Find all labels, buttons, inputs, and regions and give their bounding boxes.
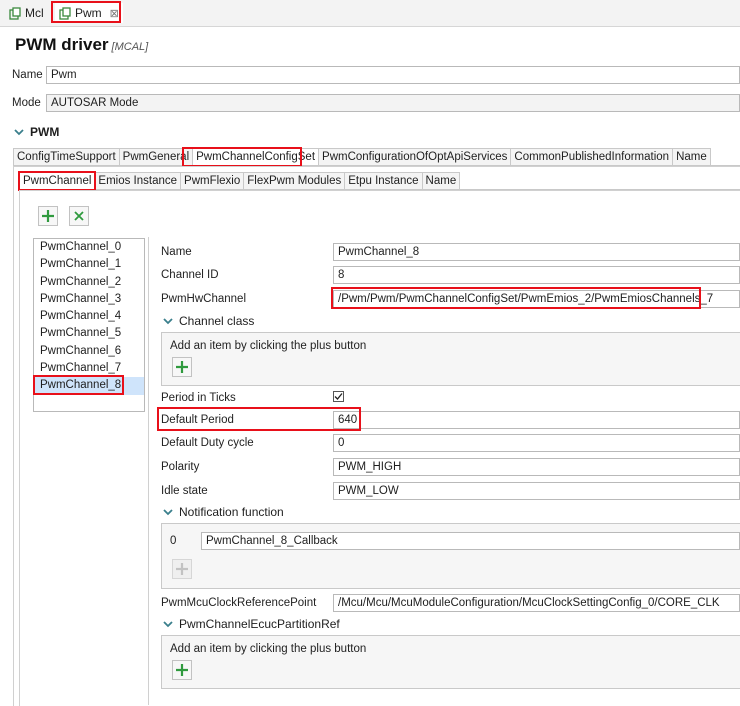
remove-channel-button[interactable] [69,206,89,226]
hw-channel-label: PwmHwChannel [161,293,247,305]
polarity-select[interactable]: PWM_HIGH [333,458,740,476]
module-icon [59,6,71,20]
list-item[interactable]: PwmChannel_1 [34,256,144,273]
list-item[interactable]: PwmChannel_6 [34,343,144,360]
chevron-down-icon [163,318,173,325]
tab-pwm-channel[interactable]: PwmChannel [19,172,96,189]
tab-sub-name[interactable]: Name [421,172,461,189]
idle-state-label: Idle state [161,485,208,497]
channel-id-label: Channel ID [161,269,219,281]
list-item[interactable]: PwmChannel_0 [34,239,144,256]
editor-tab-label: Mcl [25,6,44,20]
tab-pwm-channel-config-set[interactable]: PwmChannelConfigSet [192,148,320,165]
clock-ref-label: PwmMcuClockReferencePoint [161,597,317,609]
list-item-selected[interactable]: PwmChannel_8 [34,377,144,395]
tab-etpu-instance[interactable]: Etpu Instance [344,172,423,189]
channel-list: PwmChannel_0 PwmChannel_1 PwmChannel_2 P… [33,238,145,412]
channel-name-field[interactable]: PwmChannel_8 [333,243,740,261]
plus-icon [176,664,188,676]
mode-field[interactable]: AUTOSAR Mode [46,94,740,112]
page-title: PWM driver [MCAL] [15,35,149,54]
duty-cycle-label: Default Duty cycle [161,437,254,449]
editor-tab-bar: Mcl Pwm ⊠ [0,0,740,27]
main-tab-row: ConfigTimeSupport PwmGeneral PwmChannelC… [13,148,740,166]
section-title: PWM [30,125,60,139]
remove-icon [74,211,84,221]
notification-field[interactable]: PwmChannel_8_Callback [201,532,740,550]
list-item[interactable]: PwmChannel_7 [34,360,144,377]
plus-icon [176,563,188,575]
channel-class-label: Channel class [179,314,255,328]
editor-tab-label: Pwm [75,6,102,20]
tab-flexpwm-modules[interactable]: FlexPwm Modules [243,172,346,189]
tab-pwm-flexio[interactable]: PwmFlexio [180,172,245,189]
default-period-label: Default Period [161,414,234,426]
checkmark-icon [334,393,343,400]
idle-state-select[interactable]: PWM_LOW [333,482,740,500]
list-item[interactable]: PwmChannel_4 [34,308,144,325]
name-field[interactable]: Pwm [46,66,740,84]
notification-section[interactable]: Notification function [163,505,284,519]
tab-emios-instance[interactable]: Emios Instance [94,172,182,189]
tab-common-published-information[interactable]: CommonPublishedInformation [510,148,674,165]
plus-icon [176,361,188,373]
tab-name[interactable]: Name [672,148,711,165]
channel-id-field[interactable]: 8 [333,266,740,284]
add-partition-button[interactable] [172,660,192,680]
clock-ref-field[interactable]: /Mcu/Mcu/McuModuleConfiguration/McuClock… [333,594,740,612]
partition-label: PwmChannelEcucPartitionRef [179,617,340,631]
tab-pwm-general[interactable]: PwmGeneral [118,148,194,165]
notification-label: Notification function [179,505,284,519]
mode-label: Mode [12,97,41,109]
chevron-down-icon [163,621,173,628]
channel-name-label: Name [161,246,192,258]
period-ticks-checkbox[interactable] [333,391,344,402]
default-period-field[interactable]: 640 [333,411,740,429]
notification-index: 0 [170,535,177,547]
period-ticks-label: Period in Ticks [161,392,236,404]
list-item[interactable]: PwmChannel_5 [34,325,144,342]
add-channel-button[interactable] [38,206,58,226]
pwm-section-header[interactable]: PWM [14,125,59,139]
sub-tab-row: PwmChannel Emios Instance PwmFlexio Flex… [19,172,740,190]
duty-cycle-field[interactable]: 0 [333,434,740,452]
add-notification-button[interactable] [172,559,192,579]
editor-tab-mcl[interactable]: Mcl [9,3,44,23]
editor-tab-pwm[interactable]: Pwm ⊠ [55,3,123,23]
plus-icon [42,210,54,222]
tab-config-time-support[interactable]: ConfigTimeSupport [13,148,120,165]
hw-channel-field[interactable]: /Pwm/Pwm/PwmChannelConfigSet/PwmEmios_2/… [333,290,740,308]
chevron-down-icon [14,129,24,136]
list-item[interactable]: PwmChannel_2 [34,274,144,291]
name-label: Name [12,69,43,81]
module-icon [9,6,21,20]
add-channel-class-button[interactable] [172,357,192,377]
partition-hint: Add an item by clicking the plus button [170,643,367,655]
polarity-label: Polarity [161,461,200,473]
detail-separator [148,237,149,705]
page-subtitle: [MCAL] [111,41,149,53]
chevron-down-icon [163,509,173,516]
partition-section[interactable]: PwmChannelEcucPartitionRef [163,617,340,631]
list-item[interactable]: PwmChannel_3 [34,291,144,308]
channel-class-section[interactable]: Channel class [163,314,254,328]
channel-class-hint: Add an item by clicking the plus button [170,340,367,352]
tab-pwm-configuration-of-opt-api-services[interactable]: PwmConfigurationOfOptApiServices [318,148,512,165]
close-icon[interactable]: ⊠ [110,7,119,20]
